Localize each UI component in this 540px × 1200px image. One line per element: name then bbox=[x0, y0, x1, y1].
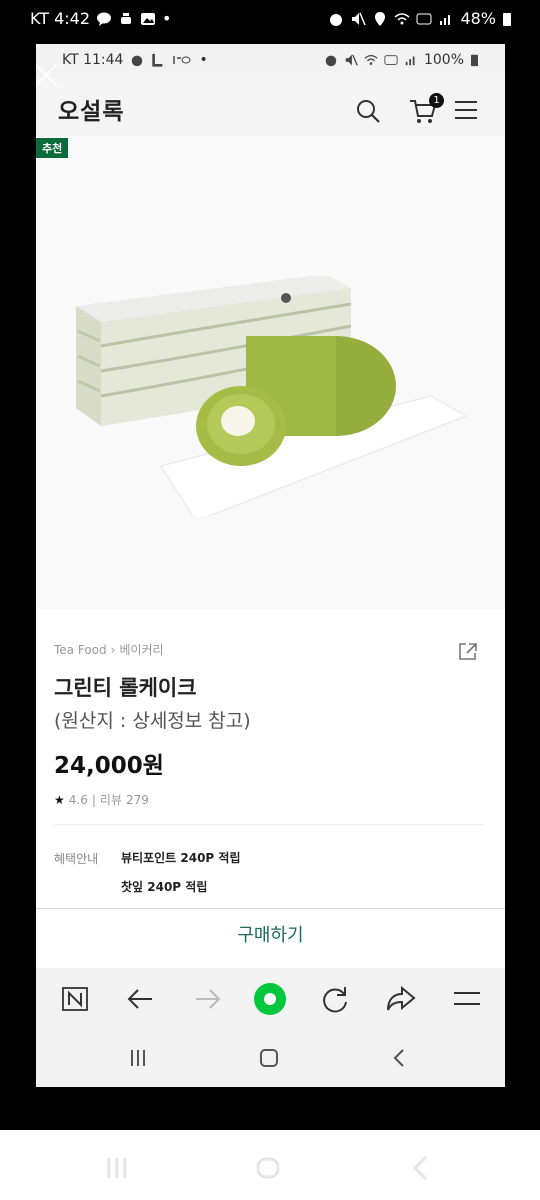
screenshot-frame: KT 11:44 • 100% 오설록 1 추천 Tea Food › 베이커리… bbox=[36, 44, 505, 1087]
product-image-area: 추천 bbox=[36, 136, 505, 609]
wifi-icon bbox=[364, 54, 378, 65]
naver-n-icon[interactable] bbox=[58, 982, 92, 1016]
cart-count-badge: 1 bbox=[429, 93, 444, 108]
inner-clock: KT 11:44 bbox=[62, 52, 124, 68]
outer-battery: 48% bbox=[460, 9, 496, 28]
wifi-icon bbox=[394, 12, 410, 24]
location-icon bbox=[375, 11, 386, 26]
back-icon[interactable] bbox=[388, 1046, 412, 1070]
product-origin: (원산지 : 상세정보 참고) bbox=[54, 710, 251, 732]
divider bbox=[54, 824, 484, 825]
chevron-right-icon: › bbox=[110, 642, 116, 657]
review-label[interactable]: 리뷰 bbox=[100, 791, 122, 808]
benefit-beauty-point: 뷰티포인트 240P 적립 bbox=[121, 851, 241, 865]
hd-icon bbox=[416, 13, 432, 24]
outer-status-bar: KT 4:42 • 48% bbox=[0, 0, 540, 40]
breadcrumb-item[interactable]: 베이커리 bbox=[119, 641, 163, 658]
chat-icon bbox=[97, 12, 112, 26]
alarm-icon bbox=[330, 13, 343, 26]
menu-icon[interactable] bbox=[454, 99, 478, 121]
refresh-icon[interactable] bbox=[318, 982, 352, 1016]
mute-icon bbox=[352, 12, 367, 25]
rating-row: ★ 4.6 | 리뷰 279 bbox=[54, 791, 149, 808]
recent-apps-icon[interactable] bbox=[104, 1154, 130, 1182]
recent-apps-icon[interactable] bbox=[126, 1046, 150, 1070]
inner-status-bar: KT 11:44 • 100% bbox=[36, 44, 505, 78]
notification-dot: • bbox=[199, 52, 208, 68]
mute-icon bbox=[345, 54, 358, 66]
brand-logo[interactable]: 오설록 bbox=[58, 92, 124, 126]
search-icon[interactable] bbox=[354, 97, 382, 125]
back-arrow-icon[interactable] bbox=[124, 982, 158, 1016]
product-price: 24,000원 bbox=[54, 753, 164, 779]
forward-arrow-icon[interactable] bbox=[190, 982, 224, 1016]
outer-clock: KT 4:42 bbox=[30, 9, 91, 28]
star-icon: ★ bbox=[54, 792, 65, 807]
alarm-icon bbox=[132, 55, 143, 67]
rating-value: 4.6 bbox=[68, 792, 88, 807]
signal-icon bbox=[405, 56, 415, 66]
l-icon bbox=[152, 53, 163, 67]
inner-battery: 100% bbox=[423, 52, 464, 68]
menu-icon[interactable] bbox=[450, 982, 484, 1016]
battery-icon bbox=[471, 54, 478, 67]
breadcrumb-item[interactable]: Tea Food bbox=[54, 643, 107, 657]
recommend-badge: 추천 bbox=[36, 138, 69, 158]
network-icon bbox=[173, 56, 191, 64]
share-arrow-icon[interactable] bbox=[384, 982, 418, 1016]
system-nav-bar bbox=[36, 1030, 505, 1087]
home-green-icon[interactable] bbox=[253, 982, 287, 1016]
browser-toolbar bbox=[36, 968, 505, 1030]
cup-icon bbox=[121, 12, 132, 24]
benefit-tea-leaf-point: 찻잎 240P 적립 bbox=[121, 880, 208, 894]
back-icon[interactable] bbox=[408, 1154, 434, 1182]
breadcrumb: Tea Food › 베이커리 bbox=[54, 641, 164, 658]
alarm-icon bbox=[325, 55, 337, 67]
share-icon[interactable] bbox=[457, 640, 479, 662]
battery-icon bbox=[503, 12, 511, 26]
gallery-icon bbox=[141, 12, 156, 25]
app-header: 오설록 1 bbox=[36, 78, 505, 136]
buy-button[interactable]: 구매하기 bbox=[36, 921, 505, 947]
benefit-label: 혜택안내 bbox=[54, 852, 99, 866]
outer-nav-bar bbox=[0, 1130, 540, 1200]
separator: | bbox=[91, 792, 96, 807]
product-photo bbox=[76, 276, 468, 516]
purchase-bar: 구매하기 bbox=[36, 908, 505, 968]
home-icon[interactable] bbox=[257, 1046, 281, 1070]
signal-icon bbox=[440, 14, 451, 25]
close-icon[interactable] bbox=[36, 60, 61, 90]
notification-dot: • bbox=[162, 9, 172, 28]
review-count[interactable]: 279 bbox=[126, 793, 149, 807]
hd-icon bbox=[384, 55, 398, 65]
home-icon[interactable] bbox=[255, 1154, 281, 1182]
product-name: 그린티 롤케이크 bbox=[54, 676, 197, 700]
